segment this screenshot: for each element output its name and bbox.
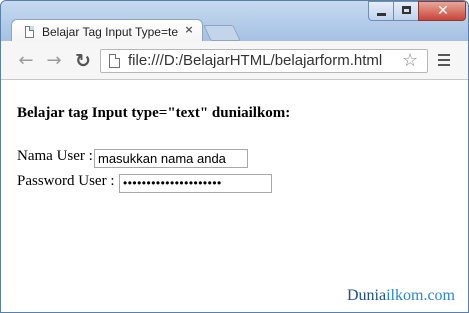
page-icon — [109, 54, 120, 68]
minimize-button[interactable] — [368, 1, 394, 21]
tab-title: Belajar Tag Input Type=te — [42, 25, 178, 39]
watermark-part2: ilkom.com — [386, 287, 455, 304]
page-content: Belajar tag Input type="text" duniailkom… — [1, 80, 468, 312]
star-icon[interactable]: ☆ — [402, 51, 418, 71]
page-icon — [25, 26, 34, 38]
watermark-part1: Dunia — [347, 287, 387, 304]
username-label: Nama User : — [17, 148, 93, 164]
reload-button[interactable]: ↻ — [73, 51, 93, 71]
maximize-icon — [402, 6, 411, 14]
forward-button[interactable]: → — [44, 51, 64, 71]
close-window-button[interactable]: ✕ — [418, 1, 466, 21]
maximize-button[interactable] — [393, 1, 419, 21]
username-input[interactable]: masukkan nama anda — [94, 149, 248, 168]
page-heading: Belajar tag Input type="text" duniailkom… — [17, 105, 291, 121]
close-tab-icon[interactable]: × — [182, 23, 196, 37]
password-input[interactable]: ••••••••••••••••••••• — [119, 174, 272, 193]
watermark-logo: Duniailkom.com — [347, 287, 455, 305]
address-bar[interactable]: file:///D:/BelajarHTML/belajarform.html … — [100, 49, 428, 73]
password-label: Password User : — [17, 173, 115, 189]
minimize-icon — [377, 13, 386, 16]
browser-window: Belajar Tag Input Type=te × ✕ ← → ↻ file… — [0, 0, 469, 313]
new-tab-button[interactable] — [203, 25, 241, 41]
menu-icon[interactable] — [438, 54, 450, 66]
browser-toolbar: ← → ↻ file:///D:/BelajarHTML/belajarform… — [1, 41, 468, 80]
title-bar: Belajar Tag Input Type=te × ✕ — [1, 1, 468, 44]
close-icon: ✕ — [437, 3, 449, 19]
back-button[interactable]: ← — [16, 51, 36, 71]
url-text[interactable]: file:///D:/BelajarHTML/belajarform.html — [128, 52, 382, 69]
